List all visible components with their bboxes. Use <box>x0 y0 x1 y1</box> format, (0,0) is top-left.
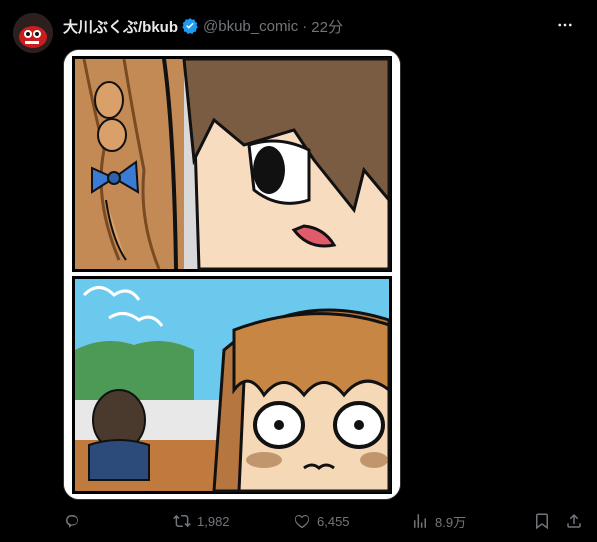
like-button[interactable]: 6,455 <box>293 512 411 530</box>
share-button[interactable] <box>565 512 583 530</box>
manga-illustration <box>64 50 400 499</box>
panel-top <box>72 56 392 272</box>
verified-badge-icon <box>181 17 199 35</box>
repost-count: 1,982 <box>197 513 230 529</box>
repost-button[interactable]: 1,982 <box>173 512 293 530</box>
bookmark-icon <box>536 513 548 530</box>
heart-icon <box>294 515 310 529</box>
handle[interactable]: @bkub_comic <box>203 18 298 35</box>
reply-icon <box>65 515 78 528</box>
post-header: 大川ぶくぶ/bkub @bkub_comic · 22分 <box>63 15 587 37</box>
more-icon[interactable] <box>553 13 577 37</box>
like-count: 6,455 <box>317 513 350 529</box>
display-name[interactable]: 大川ぶくぶ/bkub <box>63 16 178 37</box>
views-icon <box>414 514 426 528</box>
reply-button[interactable] <box>63 512 173 530</box>
views-button[interactable]: 8.9万 <box>411 512 521 531</box>
separator: · <box>302 17 308 35</box>
share-icon <box>567 513 581 528</box>
action-bar: 1,982 6,455 8.9万 <box>63 509 583 533</box>
bookmark-button[interactable] <box>533 512 551 530</box>
avatar-image <box>13 13 53 53</box>
panel-bottom <box>72 276 392 494</box>
repost-icon <box>173 514 191 528</box>
post-image[interactable] <box>63 49 401 500</box>
avatar[interactable] <box>13 13 53 53</box>
timestamp[interactable]: 22分 <box>311 16 343 37</box>
views-count: 8.9万 <box>435 514 467 530</box>
